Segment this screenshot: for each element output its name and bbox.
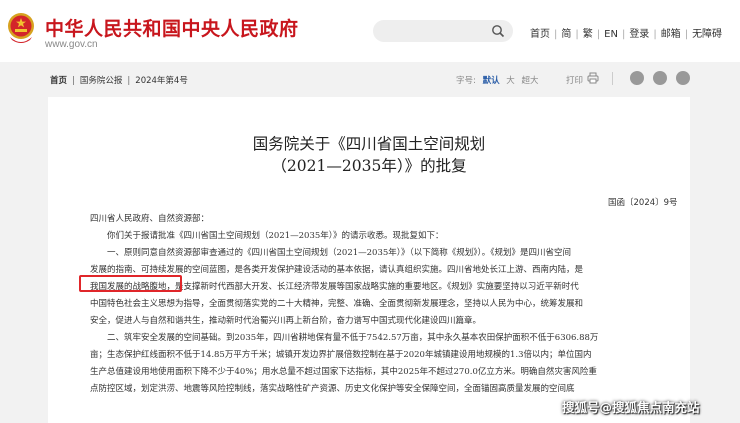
font-default-button[interactable]: 默认 — [483, 76, 500, 86]
breadcrumb-gazette[interactable]: 国务院公报 — [80, 76, 123, 86]
nav-english[interactable]: EN — [604, 29, 618, 40]
doc-line: 二、筑牢安全发展的空间基础。到2035年，四川省耕地保有量不低于7542.57万… — [90, 333, 599, 343]
toolbar-divider — [612, 72, 613, 85]
font-size-label: 字号: — [456, 76, 476, 86]
doc-line: 发展的指南、可持续发展的空间蓝图，是各类开发保护建设活动的基本依据，请认真组织实… — [90, 265, 584, 275]
font-large-button[interactable]: 大 — [506, 76, 515, 86]
doc-line: 点防控区域，划定洪涝、地震等风险控制线，落实战略性矿产资源、历史文化保护等安全保… — [90, 384, 575, 394]
search-input[interactable] — [373, 20, 513, 42]
nav-simplified[interactable]: 简 — [561, 29, 571, 40]
doc-line: 安全，促进人与自然和谐共生，推动新时代治蜀兴川再上新台阶，奋力谱写中国式现代化建… — [90, 316, 482, 326]
document-page: 国务院关于《四川省国土空间规划 （2021—2035年）》的批复 国函〔2024… — [48, 97, 690, 423]
document-title-line1: 国务院关于《四川省国土空间规划 — [252, 135, 486, 153]
favorite-star-icon[interactable] — [676, 71, 690, 85]
doc-line: 一、原则同意自然资源部审查通过的《四川省国土空间规划（2021—2035年）》（… — [90, 248, 572, 258]
national-emblem-icon[interactable] — [6, 11, 36, 45]
doc-line: 你们关于报请批准《四川省国土空间规划（2021—2035年）》的请示收悉。现批复… — [90, 231, 444, 241]
doc-line: 生产总值建设用地使用面积下降不少于40%；用水总量不超过国家下达指标，其中202… — [90, 367, 597, 377]
print-label[interactable]: 打印 — [566, 74, 583, 86]
site-url: www.gov.cn — [45, 39, 98, 50]
printer-icon[interactable] — [587, 72, 599, 84]
doc-line: 中国特色社会主义思想为指导，全面贯彻落实党的二十大精神，完整、准确、全面贯彻新发… — [90, 299, 584, 309]
nav-accessibility[interactable]: 无障碍 — [692, 29, 722, 40]
nav-traditional[interactable]: 繁 — [583, 29, 593, 40]
search-icon[interactable] — [491, 24, 505, 38]
watermark: 搜狐号@搜狐焦点南充站 — [562, 400, 700, 415]
document-number: 国函〔2024〕9号 — [608, 198, 678, 208]
weibo-share-icon[interactable] — [630, 71, 644, 85]
nav-login[interactable]: 登录 — [629, 29, 649, 40]
doc-line: 四川省人民政府、自然资源部： — [90, 214, 210, 224]
top-nav: 首页 | 简 | 繁 | EN | 登录 | 邮箱 | 无障碍 — [530, 29, 723, 40]
document-title-line2: （2021—2035年）》的批复 — [271, 157, 467, 175]
site-header: 中华人民共和国中央人民政府 www.gov.cn 首页 | 简 | 繁 | EN | 登录 | 邮箱… — [0, 0, 740, 62]
font-larger-button[interactable]: 超大 — [522, 76, 539, 86]
wechat-share-icon[interactable] — [653, 71, 667, 85]
breadcrumb: 首页 | 国务院公报 | 2024年第4号 — [50, 76, 188, 86]
breadcrumb-home[interactable]: 首页 — [50, 76, 67, 86]
site-title[interactable]: 中华人民共和国中央人民政府 — [45, 14, 299, 41]
breadcrumb-issue[interactable]: 2024年第4号 — [135, 76, 188, 86]
nav-mailbox[interactable]: 邮箱 — [661, 29, 681, 40]
font-size-controls: 字号: 默认 大 超大 — [456, 74, 539, 86]
nav-home[interactable]: 首页 — [530, 29, 550, 40]
doc-line: 亩；生态保护红线面积不低于14.85万平方千米；城镇开发边界扩展倍数控制在基于2… — [90, 350, 592, 360]
highlight-box — [79, 275, 182, 292]
